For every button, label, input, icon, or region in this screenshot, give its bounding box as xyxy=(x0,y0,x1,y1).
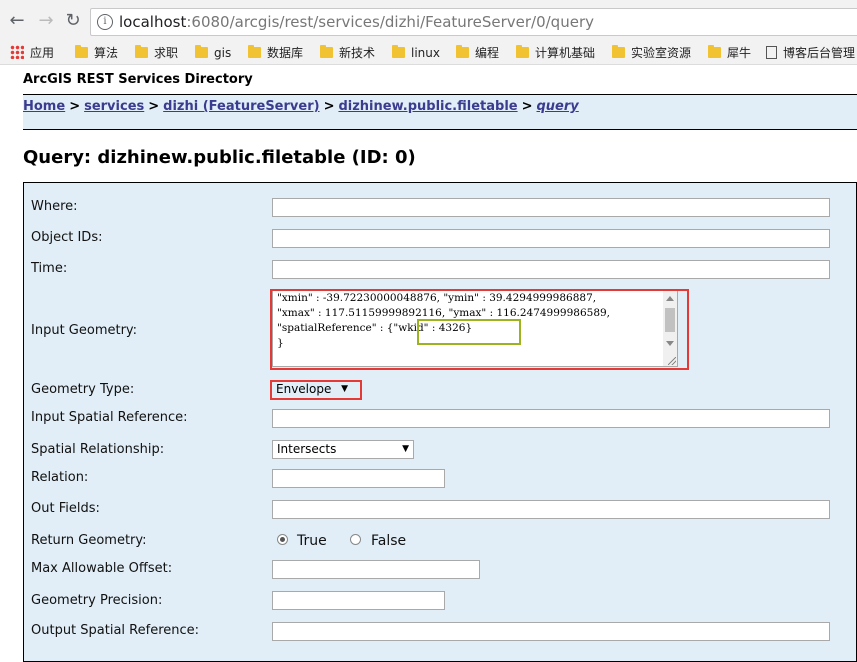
where-input[interactable] xyxy=(272,198,830,217)
relation-input[interactable] xyxy=(272,469,445,488)
breadcrumb-services-link[interactable]: services xyxy=(84,99,144,114)
breadcrumb-current-link[interactable]: query xyxy=(537,99,579,114)
breadcrumb-separator: > xyxy=(323,99,335,114)
bookmark-page[interactable]: 博客后台管理 xyxy=(766,45,855,61)
object-ids-label: Object IDs: xyxy=(31,230,103,245)
return-geometry-false-radio[interactable] xyxy=(350,534,361,545)
folder-icon xyxy=(320,45,333,58)
folder-icon xyxy=(516,45,529,58)
geometry-type-highlight-box xyxy=(270,380,362,400)
geometry-precision-input[interactable] xyxy=(272,591,445,610)
url-text: localhost:6080/arcgis/rest/services/dizh… xyxy=(119,13,594,31)
input-sr-input[interactable] xyxy=(272,409,830,428)
bookmark-folder[interactable]: linux xyxy=(392,45,440,61)
return-geometry-false-label: False xyxy=(371,533,407,549)
spatial-rel-value: Intersects xyxy=(277,442,337,456)
return-geometry-true-label: True xyxy=(297,533,327,549)
page-icon xyxy=(766,46,777,59)
max-offset-input[interactable] xyxy=(272,560,480,579)
folder-icon xyxy=(708,45,721,58)
relation-label: Relation: xyxy=(31,470,89,485)
folder-icon xyxy=(456,45,469,58)
back-arrow-icon[interactable]: ← xyxy=(6,10,28,32)
page-title: Query: dizhinew.public.filetable (ID: 0) xyxy=(23,147,416,168)
output-sr-input[interactable] xyxy=(272,622,830,641)
input-geometry-label: Input Geometry: xyxy=(31,323,138,338)
folder-icon xyxy=(75,45,88,58)
bookmark-folder[interactable]: 编程 xyxy=(456,45,499,61)
bookmark-folder[interactable]: 数据库 xyxy=(248,45,303,61)
time-label: Time: xyxy=(31,261,68,276)
browser-toolbar: ← → ↻ i localhost:6080/arcgis/rest/servi… xyxy=(0,0,857,43)
folder-icon xyxy=(195,45,208,58)
apps-grid-icon xyxy=(10,45,24,59)
dropdown-arrow-icon: ▼ xyxy=(402,444,409,454)
folder-icon xyxy=(248,45,261,58)
folder-icon xyxy=(392,45,405,58)
info-icon[interactable]: i xyxy=(97,14,113,30)
directory-title: ArcGIS REST Services Directory xyxy=(23,72,253,87)
bookmarks-bar: 应用 算法 求职 gis 数据库 新技术 linux 编程 计算机基础 实验室资… xyxy=(0,42,857,65)
breadcrumb-separator: > xyxy=(521,99,533,114)
bookmark-apps[interactable]: 应用 xyxy=(10,45,54,61)
bookmark-folder[interactable]: gis xyxy=(195,45,231,61)
out-fields-label: Out Fields: xyxy=(31,501,100,516)
reload-icon[interactable]: ↻ xyxy=(62,10,84,32)
where-label: Where: xyxy=(31,199,78,214)
breadcrumb-separator: > xyxy=(148,99,160,114)
breadcrumb: Home > services > dizhi (FeatureServer) > dizh… xyxy=(23,94,857,130)
folder-icon xyxy=(612,45,625,58)
object-ids-input[interactable] xyxy=(272,229,830,248)
bookmark-folder[interactable]: 实验室资源 xyxy=(612,45,691,61)
breadcrumb-separator: > xyxy=(69,99,81,114)
breadcrumb-home-link[interactable]: Home xyxy=(23,99,65,114)
bookmark-folder[interactable]: 犀牛 xyxy=(708,45,751,61)
spatial-rel-label: Spatial Relationship: xyxy=(31,442,165,457)
input-sr-label: Input Spatial Reference: xyxy=(31,410,188,425)
bookmark-folder[interactable]: 算法 xyxy=(75,45,118,61)
breadcrumb-service-link[interactable]: dizhi (FeatureServer) xyxy=(163,99,319,114)
output-sr-label: Output Spatial Reference: xyxy=(31,623,200,638)
forward-arrow-icon[interactable]: → xyxy=(35,10,57,32)
folder-icon xyxy=(135,45,148,58)
address-bar[interactable]: i localhost:6080/arcgis/rest/services/di… xyxy=(90,8,857,36)
bookmark-folder[interactable]: 求职 xyxy=(135,45,178,61)
bookmark-folder[interactable]: 新技术 xyxy=(320,45,375,61)
geometry-precision-label: Geometry Precision: xyxy=(31,593,163,608)
wkid-highlight-box xyxy=(417,319,521,345)
time-input[interactable] xyxy=(272,260,830,279)
out-fields-input[interactable] xyxy=(272,500,830,519)
max-offset-label: Max Allowable Offset: xyxy=(31,561,173,576)
return-geometry-true-radio[interactable] xyxy=(277,534,288,545)
spatial-rel-select[interactable]: Intersects ▼ xyxy=(272,440,414,459)
geometry-type-label: Geometry Type: xyxy=(31,382,135,397)
return-geometry-label: Return Geometry: xyxy=(31,533,147,548)
breadcrumb-layer-link[interactable]: dizhinew.public.filetable xyxy=(338,99,517,114)
query-form: Where: Object IDs: Time: Input Geometry:… xyxy=(23,182,857,662)
bookmark-folder[interactable]: 计算机基础 xyxy=(516,45,595,61)
